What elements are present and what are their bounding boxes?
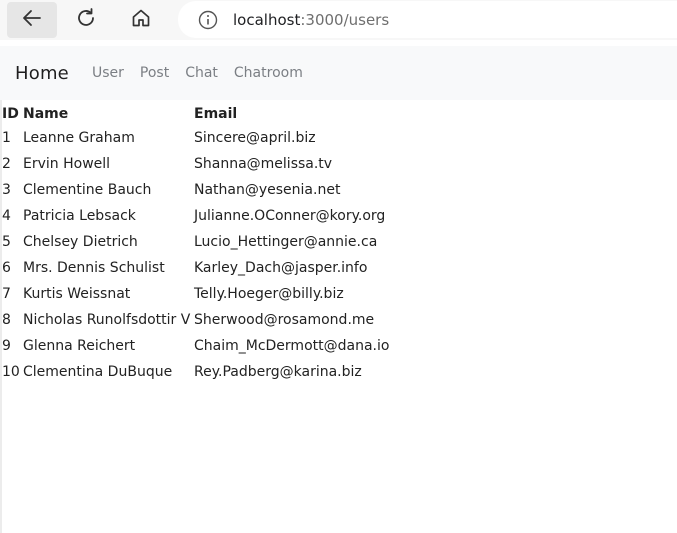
table-row: 10 Clementina DuBuque Rey.Padberg@karina… bbox=[2, 359, 404, 385]
header-name: Name bbox=[23, 105, 69, 122]
cell-id: 2 bbox=[2, 156, 11, 172]
cell-email: Sincere@april.biz bbox=[194, 130, 316, 146]
cell-id: 8 bbox=[2, 312, 11, 328]
header-email: Email bbox=[194, 105, 238, 122]
address-bar[interactable]: localhost:3000/users bbox=[178, 1, 677, 38]
table-row: 3 Clementine Bauch Nathan@yesenia.net bbox=[2, 177, 404, 203]
url-path: :3000/users bbox=[300, 10, 390, 29]
cell-id: 9 bbox=[2, 338, 11, 354]
table-row: 9 Glenna Reichert Chaim_McDermott@dana.i… bbox=[2, 333, 404, 359]
nav-link-user[interactable]: User bbox=[92, 65, 124, 81]
header-id: ID bbox=[2, 105, 19, 122]
table-row: 6 Mrs. Dennis Schulist Karley_Dach@jaspe… bbox=[2, 255, 404, 281]
nav-brand-home[interactable]: Home bbox=[15, 63, 69, 84]
table-header-row: ID Name Email bbox=[2, 102, 404, 125]
table-row: 2 Ervin Howell Shanna@melissa.tv bbox=[2, 151, 404, 177]
home-icon bbox=[130, 7, 152, 33]
home-button[interactable] bbox=[117, 2, 165, 38]
cell-id: 10 bbox=[2, 364, 20, 380]
nav-link-post[interactable]: Post bbox=[140, 65, 169, 81]
browser-toolbar: localhost:3000/users bbox=[0, 0, 677, 40]
reload-button[interactable] bbox=[62, 2, 110, 38]
back-button[interactable] bbox=[7, 2, 57, 38]
cell-name: Patricia Lebsack bbox=[23, 208, 136, 224]
cell-email: Julianne.OConner@kory.org bbox=[194, 208, 386, 224]
cell-id: 5 bbox=[2, 234, 11, 250]
cell-name: Clementina DuBuque bbox=[23, 364, 173, 380]
cell-name: Kurtis Weissnat bbox=[23, 286, 131, 302]
cell-email: Chaim_McDermott@dana.io bbox=[194, 338, 390, 354]
cell-id: 3 bbox=[2, 182, 11, 198]
table-row: 5 Chelsey Dietrich Lucio_Hettinger@annie… bbox=[2, 229, 404, 255]
cell-name: Nicholas Runolfsdottir V bbox=[23, 312, 191, 328]
cell-email: Sherwood@rosamond.me bbox=[194, 312, 375, 328]
table-row: 7 Kurtis Weissnat Telly.Hoeger@billy.biz bbox=[2, 281, 404, 307]
url-host: localhost bbox=[233, 10, 301, 29]
cell-name: Glenna Reichert bbox=[23, 338, 136, 354]
cell-email: Telly.Hoeger@billy.biz bbox=[194, 286, 344, 302]
cell-id: 1 bbox=[2, 130, 11, 146]
cell-id: 7 bbox=[2, 286, 11, 302]
table-row: 8 Nicholas Runolfsdottir V Sherwood@rosa… bbox=[2, 307, 404, 333]
users-table: ID Name Email 1 Leanne Graham Sincere@ap… bbox=[2, 102, 404, 385]
cell-email: Shanna@melissa.tv bbox=[194, 156, 333, 172]
table-row: 4 Patricia Lebsack Julianne.OConner@kory… bbox=[2, 203, 404, 229]
cell-id: 6 bbox=[2, 260, 11, 276]
reload-icon bbox=[75, 7, 97, 33]
cell-email: Lucio_Hettinger@annie.ca bbox=[194, 234, 378, 250]
cell-name: Clementine Bauch bbox=[23, 182, 152, 198]
arrow-left-icon bbox=[21, 7, 43, 33]
app-navbar: Home User Post Chat Chatroom bbox=[0, 46, 677, 100]
cell-id: 4 bbox=[2, 208, 11, 224]
cell-email: Karley_Dach@jasper.info bbox=[194, 260, 368, 276]
nav-link-chatroom[interactable]: Chatroom bbox=[234, 65, 303, 81]
nav-link-chat[interactable]: Chat bbox=[185, 65, 218, 81]
cell-name: Mrs. Dennis Schulist bbox=[23, 260, 165, 276]
cell-name: Ervin Howell bbox=[23, 156, 111, 172]
table-row: 1 Leanne Graham Sincere@april.biz bbox=[2, 125, 404, 151]
url-text[interactable]: localhost:3000/users bbox=[233, 11, 389, 29]
cell-name: Leanne Graham bbox=[23, 130, 135, 146]
info-icon[interactable] bbox=[198, 10, 218, 30]
cell-name: Chelsey Dietrich bbox=[23, 234, 138, 250]
cell-email: Nathan@yesenia.net bbox=[194, 182, 341, 198]
cell-email: Rey.Padberg@karina.biz bbox=[194, 364, 362, 380]
